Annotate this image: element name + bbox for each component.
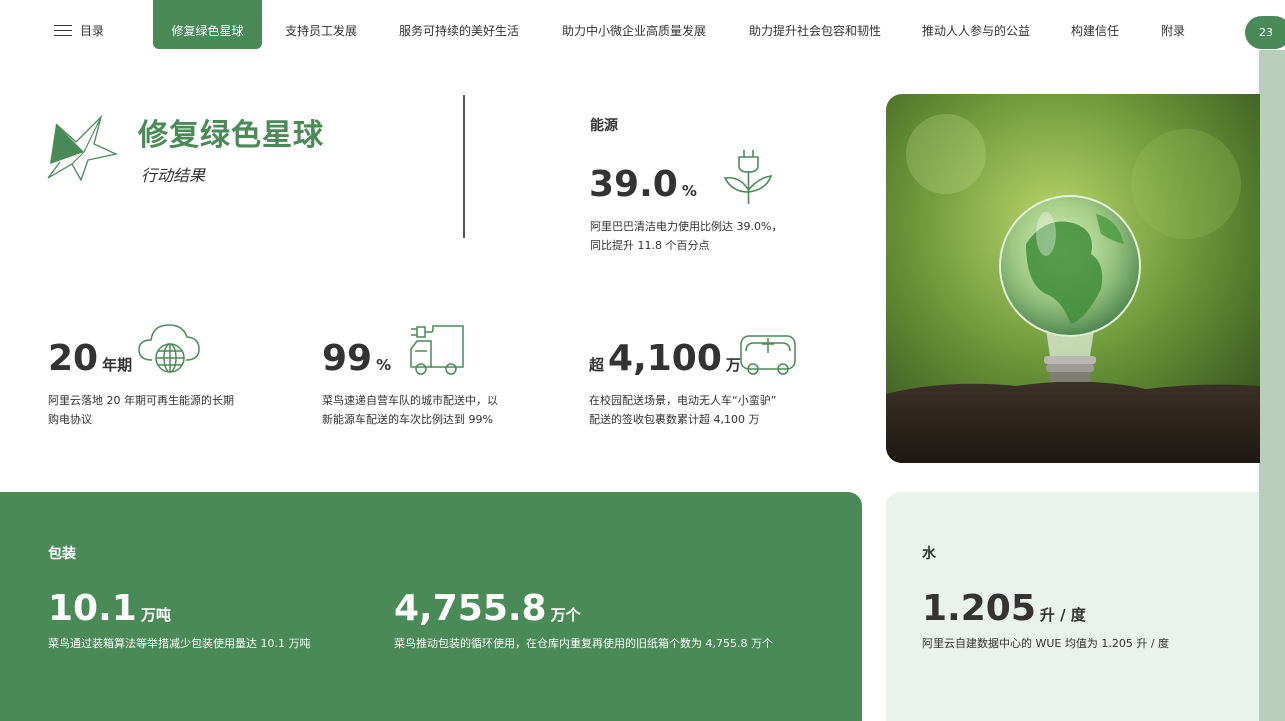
top-nav: 目录 修复绿色星球 支持员工发展 服务可持续的美好生活 助力中小微企业高质量发展… [0, 0, 1285, 50]
stat-ppa-line-2: 购电协议 [48, 413, 92, 426]
nav-item-sustainable-life[interactable]: 服务可持续的美好生活 [399, 22, 519, 39]
stat-ppa-line-1: 阿里云落地 20 年期可再生能源的长期 [48, 394, 234, 407]
autonomous-vehicle-icon [740, 335, 796, 375]
packaging-reuse-value: 4,755.8 [394, 588, 547, 629]
stat-autonomous-value: 4,100 [608, 338, 722, 379]
water-stat: 1.205 升 / 度 [922, 588, 1086, 629]
stat-autonomous-line-2: 配送的签收包裹数累计超 4,100 万 [589, 413, 760, 426]
side-strip [1259, 50, 1285, 721]
stat-ppa-unit: 年期 [102, 356, 133, 374]
packaging-reduction-description: 菜鸟通过装箱算法等举措减少包装使用量达 10.1 万吨 [48, 637, 311, 650]
page-title: 修复绿色星球 [138, 118, 324, 153]
stat-ev-line-2: 新能源车配送的车次比例达到 99% [322, 413, 493, 426]
star-logo-icon [47, 114, 118, 182]
stat-ev-unit: % [376, 356, 392, 374]
energy-stat: 39.0 % [589, 164, 697, 205]
water-unit: 升 / 度 [1039, 606, 1086, 624]
water-value: 1.205 [922, 588, 1036, 629]
water-description: 阿里云自建数据中心的 WUE 均值为 1.205 升 / 度 [922, 637, 1170, 650]
energy-desc-line-2: 同比提升 11.8 个百分点 [590, 239, 710, 252]
stat-autonomous-prefix: 超 [589, 356, 605, 374]
nav-item-employee[interactable]: 支持员工发展 [285, 22, 357, 39]
stat-ppa-description: 阿里云落地 20 年期可再生能源的长期 购电协议 [48, 391, 234, 429]
nav-item-trust[interactable]: 构建信任 [1071, 22, 1119, 39]
stat-ev-description: 菜鸟速递自营车队的城市配送中，以 新能源车配送的车次比例达到 99% [322, 391, 498, 429]
page-subtitle: 行动结果 [141, 166, 206, 185]
menu-icon [54, 24, 72, 37]
stat-ev-line-1: 菜鸟速递自营车队的城市配送中，以 [322, 394, 498, 407]
stat-autonomous-description: 在校园配送场景，电动无人车“小蛮驴” 配送的签收包裹数累计超 4,100 万 [589, 391, 776, 429]
nav-item-inclusion[interactable]: 助力提升社会包容和韧性 [749, 22, 881, 39]
cloud-globe-icon [138, 324, 200, 373]
energy-description: 阿里巴巴清洁电力使用比例达 39.0%， 同比提升 11.8 个百分点 [590, 217, 782, 255]
stat-ppa-value: 20 [48, 338, 99, 379]
plug-plant-icon [723, 150, 773, 204]
stat-autonomous-line-1: 在校园配送场景，电动无人车“小蛮驴” [589, 394, 777, 407]
stat-ev-fleet: 99 % [322, 338, 391, 379]
stat-ev-value: 99 [322, 338, 373, 379]
page-number-badge: 23 [1245, 16, 1285, 49]
nav-item-green-planet[interactable]: 修复绿色星球 [153, 0, 262, 49]
packaging-reduction-unit: 万吨 [140, 606, 171, 624]
packaging-reuse-unit: 万个 [550, 606, 581, 624]
nav-item-sme[interactable]: 助力中小微企业高质量发展 [562, 22, 706, 39]
energy-desc-line-1: 阿里巴巴清洁电力使用比例达 39.0%， [590, 220, 783, 233]
nav-item-appendix[interactable]: 附录 [1161, 22, 1185, 39]
packaging-reduction-value: 10.1 [48, 588, 137, 629]
packaging-stat-reuse: 4,755.8 万个 [394, 588, 581, 629]
packaging-reuse-description: 菜鸟推动包装的循环使用，在仓库内重复再使用的旧纸箱个数为 4,755.8 万个 [394, 637, 773, 650]
energy-value: 39.0 [589, 164, 678, 205]
packaging-panel: 包装 10.1 万吨 菜鸟通过装箱算法等举措减少包装使用量达 10.1 万吨 4… [0, 492, 862, 721]
nav-item-charity[interactable]: 推动人人参与的公益 [922, 22, 1030, 39]
stat-autonomous: 超 4,100 万 [589, 338, 741, 379]
water-panel: 水 1.205 升 / 度 阿里云自建数据中心的 WUE 均值为 1.205 升… [886, 492, 1259, 721]
packaging-label: 包装 [48, 546, 76, 562]
lightbulb-earth-photo [886, 94, 1260, 463]
divider [463, 95, 465, 238]
electric-truck-icon [410, 325, 464, 375]
menu-button[interactable]: 目录 [54, 22, 104, 39]
packaging-stat-reduction: 10.1 万吨 [48, 588, 171, 629]
energy-unit: % [681, 182, 697, 200]
water-label: 水 [922, 546, 936, 562]
energy-label: 能源 [590, 118, 618, 134]
stat-ppa: 20 年期 [48, 338, 132, 379]
menu-label: 目录 [80, 24, 105, 38]
